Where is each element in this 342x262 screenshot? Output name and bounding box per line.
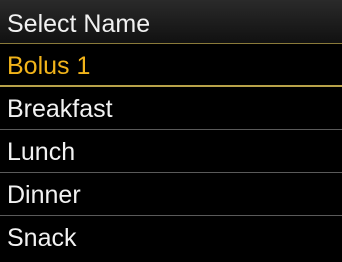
list-item-snack[interactable]: Snack bbox=[0, 216, 342, 259]
list-item-label: Snack bbox=[7, 224, 77, 252]
list-item-breakfast[interactable]: Breakfast bbox=[0, 87, 342, 130]
list-item-label: Lunch bbox=[7, 138, 76, 166]
page-title: Select Name bbox=[7, 10, 151, 38]
list-item-label: Breakfast bbox=[7, 95, 113, 123]
list-item-bolus-1[interactable]: Bolus 1 bbox=[0, 44, 342, 87]
list-item-dinner[interactable]: Dinner bbox=[0, 173, 342, 216]
device-screen: Select Name Bolus 1 Breakfast Lunch Dinn… bbox=[0, 0, 342, 262]
screen-header: Select Name bbox=[0, 0, 342, 44]
list-item-label: Dinner bbox=[7, 181, 81, 209]
list-item-lunch[interactable]: Lunch bbox=[0, 130, 342, 173]
name-list: Bolus 1 Breakfast Lunch Dinner Snack bbox=[0, 44, 342, 259]
list-item-label: Bolus 1 bbox=[7, 52, 91, 80]
